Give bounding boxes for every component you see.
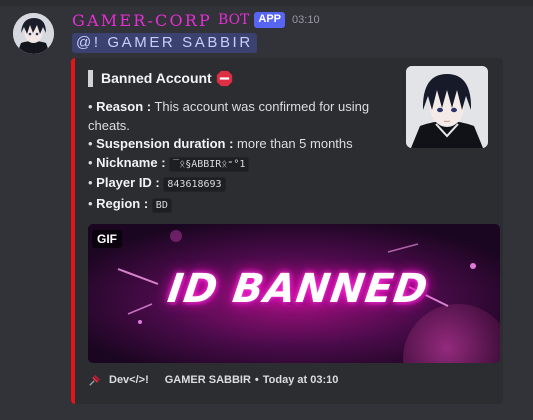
author-name[interactable]: GAMER-CORP <box>72 11 212 30</box>
embed-title: Banned Account <box>88 68 233 88</box>
footer-source: Dev</>! <box>109 374 149 386</box>
field-suspension-duration: • Suspension duration : more than 5 mont… <box>88 136 353 151</box>
field-reason: • Reason : This account was confirmed fo… <box>88 99 370 133</box>
message-timestamp[interactable]: 03:10 <box>292 14 320 26</box>
field-label: Suspension duration : <box>96 136 234 151</box>
field-value-code: 843618693 <box>163 177 226 192</box>
user-mention[interactable]: @! GAMER SABBIR <box>72 33 257 53</box>
field-label: Reason : <box>96 99 152 114</box>
pushpin-icon <box>89 374 101 386</box>
field-value: more than 5 months <box>237 136 353 151</box>
footer-time: Today at 03:10 <box>262 374 339 386</box>
gif-caption-text: ID BANNED <box>164 266 432 312</box>
app-badge: APP <box>254 12 286 28</box>
author-avatar[interactable] <box>13 13 54 54</box>
field-player-id: • Player ID : 843618693 <box>88 174 398 195</box>
footer-separator: • <box>254 374 259 386</box>
gif-badge: GIF <box>92 230 122 248</box>
top-bar <box>0 0 533 6</box>
embed-card: Banned Account • Reason : This account w… <box>71 58 503 404</box>
field-value-code: BD <box>151 197 172 213</box>
field-label: Nickname : <box>96 154 166 170</box>
embed-thumbnail[interactable] <box>406 66 488 148</box>
bot-tag: BOT <box>218 12 250 28</box>
embed-footer: Dev</>! GAMER SABBIR • Today at 03:10 <box>88 372 338 388</box>
title-bar-decoration <box>88 69 93 87</box>
field-nickname: • Nickname : ‾ᛟ§ABBIRᛟ⁼°1 <box>88 154 398 175</box>
field-value-code: ‾ᛟ§ABBIRᛟ⁼°1 <box>169 156 250 172</box>
embed-title-text: Banned Account <box>101 70 212 86</box>
field-label: Region : <box>96 195 149 211</box>
embed-fields: • Reason : This account was confirmed fo… <box>88 98 398 215</box>
embed-gif-image[interactable]: GIF ID BANNED <box>88 224 500 363</box>
footer-user: GAMER SABBIR <box>164 374 251 386</box>
message-header: GAMER-CORP BOT APP 03:10 <box>72 11 320 30</box>
field-region: • Region : BD <box>88 195 398 216</box>
stop-sign-icon <box>216 70 232 86</box>
field-label: Player ID : <box>96 175 160 190</box>
